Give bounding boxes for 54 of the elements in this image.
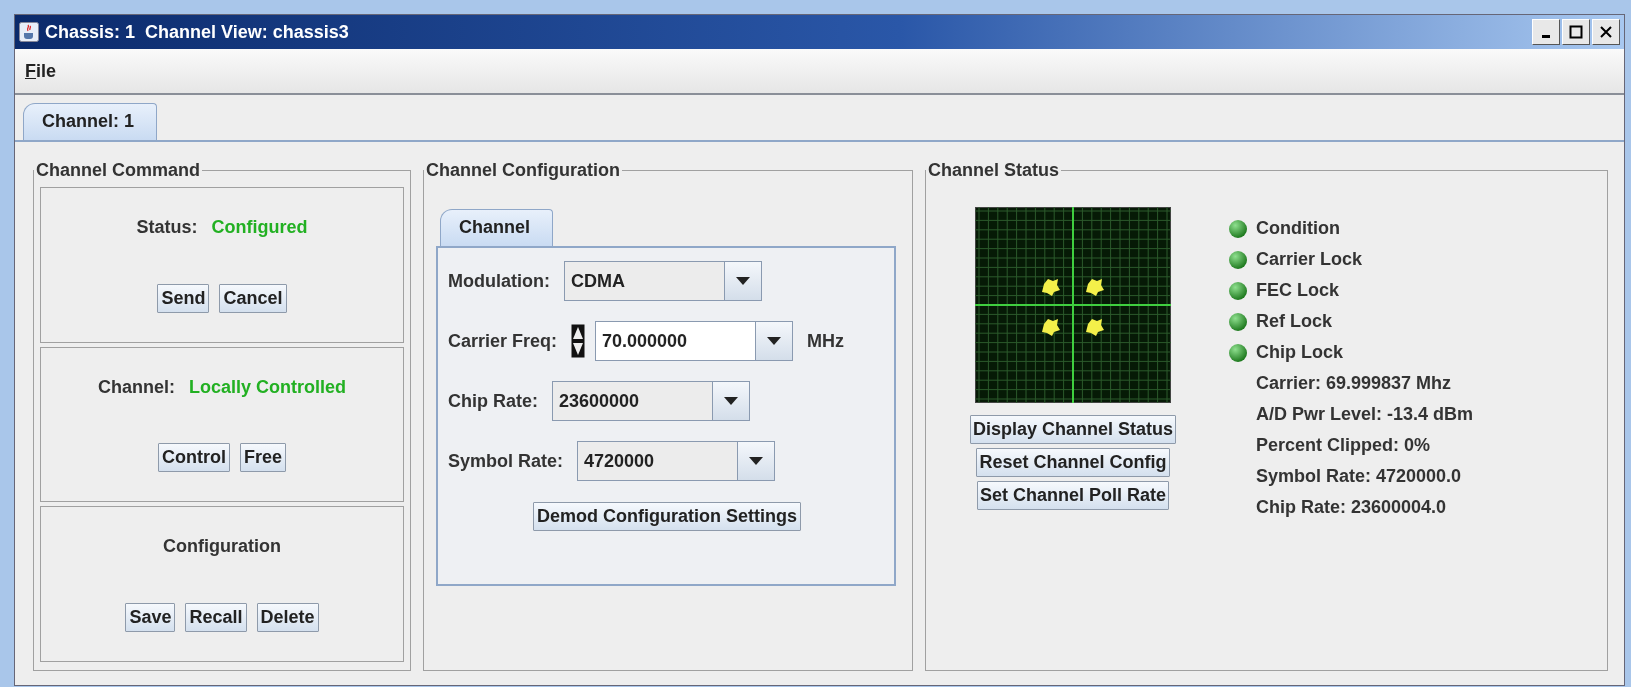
status-reading: Carrier: 69.999837 Mhz (1256, 372, 1453, 395)
action-button[interactable]: Delete (256, 603, 319, 633)
dropdown-arrow-icon (767, 337, 782, 345)
combo-box[interactable]: CDMA (564, 261, 762, 301)
section-label: Channel: (97, 376, 175, 398)
indicator-label: Carrier Lock (1256, 249, 1363, 270)
dropdown-arrow-icon (749, 457, 764, 465)
window-title: Chassis: 1 Channel View: chassis3 (45, 21, 349, 43)
action-button[interactable]: Cancel (219, 283, 287, 313)
group-title: Channel Command (35, 160, 201, 181)
tab[interactable]: Channel: 1 (23, 103, 157, 140)
section-label: Status: (136, 216, 198, 238)
status-reading: Percent Clipped: 0% (1256, 434, 1432, 457)
minimize-button[interactable] (1532, 19, 1560, 45)
action-button[interactable]: Free (239, 443, 286, 473)
status-action-button[interactable]: Reset Channel Config (976, 448, 1170, 477)
close-icon (1599, 25, 1613, 39)
close-button[interactable] (1592, 19, 1620, 45)
indicator-label: Ref Lock (1256, 311, 1333, 332)
minimize-icon (1542, 34, 1550, 38)
maximize-icon (1569, 25, 1583, 39)
dropdown-arrow-icon (724, 397, 738, 405)
group-title: Channel Status (927, 160, 1061, 181)
field-label: Carrier Freq: (448, 330, 558, 352)
status-reading: A/D Pwr Level: -13.4 dBm (1256, 403, 1474, 426)
status-reading: Chip Rate: 23600004.0 (1256, 496, 1448, 519)
indicator-label: Condition (1256, 218, 1340, 239)
indicator-label: Chip Lock (1256, 342, 1343, 363)
section-label: Configuration (163, 536, 281, 558)
field-label: Chip Rate: (448, 390, 538, 412)
status-action-button[interactable]: Display Channel Status (969, 415, 1177, 444)
cup-icon (19, 22, 39, 42)
combo-box[interactable]: 4720000 (577, 441, 776, 481)
spinner-icon[interactable] (571, 324, 586, 358)
combo-box[interactable]: 70.000000 (595, 321, 794, 361)
action-button[interactable]: Send (157, 283, 210, 313)
demod-settings-button[interactable]: Demod Configuration Settings (533, 502, 801, 531)
dropdown-arrow-icon (736, 277, 750, 285)
group-title: Channel Configuration (425, 160, 621, 181)
indicator-label: FEC Lock (1256, 280, 1339, 301)
action-button[interactable]: Recall (185, 603, 247, 633)
status-value: Locally Controlled (189, 376, 346, 398)
unit-label: MHz (807, 330, 845, 352)
status-reading: Symbol Rate: 4720000.0 (1256, 465, 1463, 488)
status-value: Configured (211, 216, 308, 238)
action-button[interactable]: Control (158, 443, 230, 473)
maximize-button[interactable] (1562, 19, 1590, 45)
field-label: Modulation: (448, 270, 550, 292)
tab[interactable]: Channel (440, 209, 553, 246)
menu-item[interactable]: File (25, 60, 56, 82)
status-action-button[interactable]: Set Channel Poll Rate (976, 481, 1169, 510)
combo-box[interactable]: 23600000 (552, 381, 750, 421)
action-button[interactable]: Save (125, 603, 176, 633)
field-label: Symbol Rate: (448, 450, 564, 472)
